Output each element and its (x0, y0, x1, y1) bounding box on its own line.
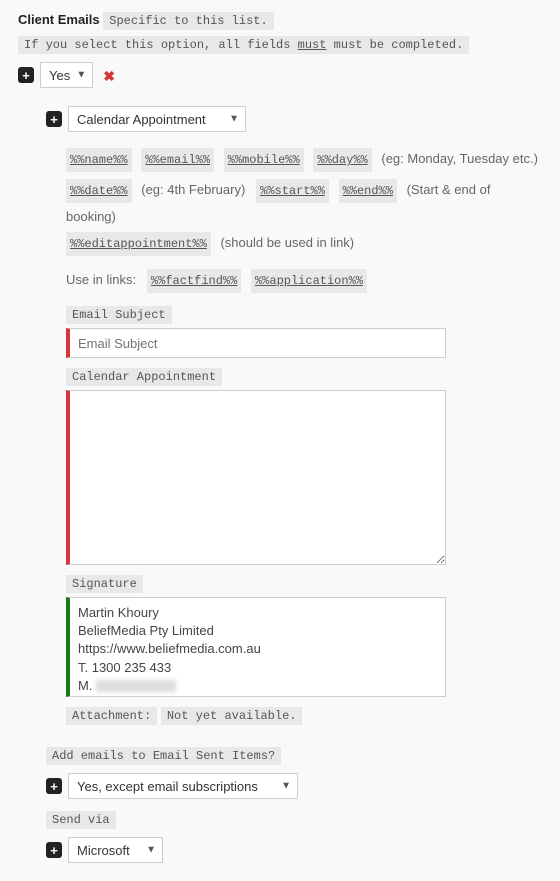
attachment-label: Attachment: (66, 707, 157, 725)
sent-items-select[interactable]: Yes, except email subscriptions ▼ (68, 773, 298, 799)
merge-tags-links-row: Use in links: %%factfind%% %%application… (66, 269, 542, 296)
send-via-label: Send via (46, 811, 116, 829)
hint-text: (eg: Monday, Tuesday etc.) (381, 151, 538, 166)
redacted-text (96, 680, 176, 692)
signature-textarea[interactable]: Martin Khoury BeliefMedia Pty Limited ht… (66, 597, 446, 697)
merge-tag[interactable]: %%date%% (66, 179, 132, 203)
merge-tag[interactable]: %%end%% (339, 179, 397, 203)
body-textarea[interactable] (66, 390, 446, 565)
subject-label: Email Subject (66, 306, 172, 324)
hint-text: (should be used in link) (220, 235, 354, 250)
chevron-down-icon: ▼ (229, 114, 239, 125)
merge-tag[interactable]: %%day%% (313, 148, 371, 172)
merge-tag[interactable]: %%editappointment%% (66, 232, 211, 256)
merge-tag[interactable]: %%application%% (251, 269, 367, 293)
page-subtitle: Specific to this list. (103, 12, 273, 30)
merge-tag[interactable]: %%mobile%% (224, 148, 304, 172)
merge-tag[interactable]: %%email%% (141, 148, 214, 172)
merge-tag[interactable]: %%start%% (256, 179, 329, 203)
type-select[interactable]: Calendar Appointment ▼ (68, 106, 246, 132)
expand-send-via-icon[interactable]: + (46, 842, 62, 858)
expand-sent-items-icon[interactable]: + (46, 778, 62, 794)
chevron-down-icon: ▼ (146, 845, 156, 856)
body-label: Calendar Appointment (66, 368, 222, 386)
expand-enable-icon[interactable]: + (18, 67, 34, 83)
warning-text: If you select this option, all fields mu… (18, 36, 469, 54)
send-via-select[interactable]: Microsoft ▼ (68, 837, 163, 863)
enable-select[interactable]: Yes ▼ (40, 62, 93, 88)
merge-tags-row: %%date%% (eg: 4th February) %%start%% %%… (66, 179, 542, 228)
expand-type-icon[interactable]: + (46, 111, 62, 127)
signature-label: Signature (66, 575, 143, 593)
close-icon[interactable]: ✖ (103, 68, 115, 85)
links-label: Use in links: (66, 272, 136, 287)
chevron-down-icon: ▼ (281, 781, 291, 792)
merge-tag[interactable]: %%factfind%% (147, 269, 241, 293)
hint-text: (eg: 4th February) (141, 182, 245, 197)
merge-tags-row: %%editappointment%% (should be used in l… (66, 232, 542, 259)
sent-items-label: Add emails to Email Sent Items? (46, 747, 281, 765)
merge-tags-row: %%name%% %%email%% %%mobile%% %%day%% (e… (66, 148, 542, 175)
attachment-status: Not yet available. (161, 707, 303, 725)
page-title: Client Emails (18, 12, 100, 27)
chevron-down-icon: ▼ (76, 70, 86, 81)
merge-tag[interactable]: %%name%% (66, 148, 132, 172)
subject-input[interactable] (66, 328, 446, 358)
